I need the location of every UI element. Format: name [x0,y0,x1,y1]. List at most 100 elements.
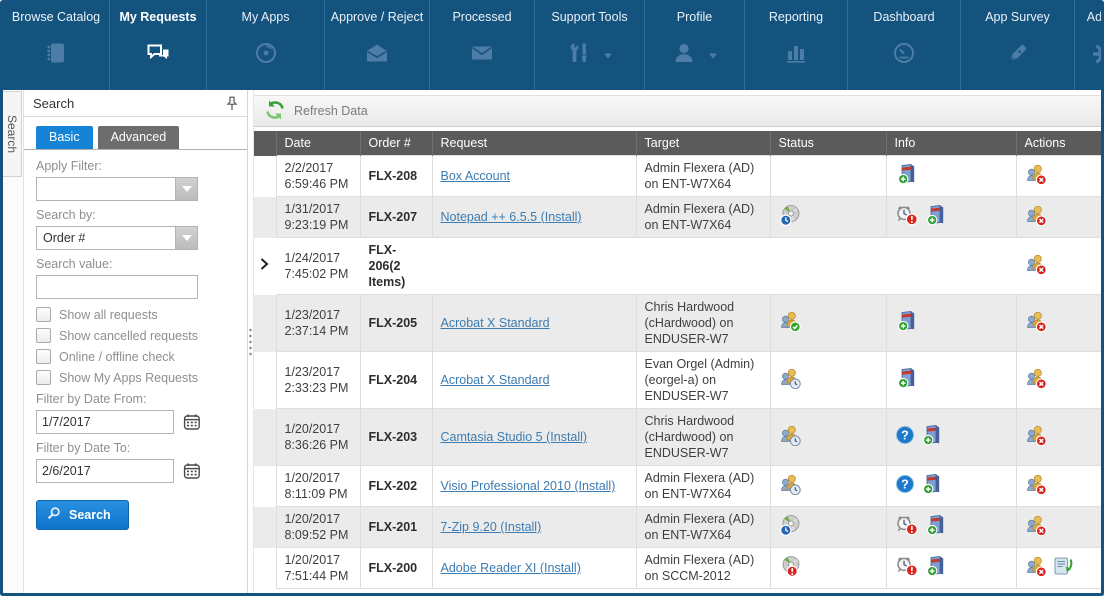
table-row-flx-208: 2/2/20176:59:46 PMFLX-208Box AccountAdmi… [254,156,1101,197]
checkbox-row-show-all-requests[interactable]: Show all requests [36,307,235,322]
nav-tab-approve-reject[interactable]: Approve / Reject [325,0,430,90]
checkbox-online-offline-check[interactable] [36,349,51,364]
cell-status [770,507,886,548]
column-header-actions[interactable]: Actions [1016,131,1101,156]
cancel-request-icon[interactable] [1025,473,1047,499]
cancel-request-icon[interactable] [1025,253,1047,279]
request-link[interactable]: Camtasia Studio 5 (Install) [441,430,588,444]
cancel-request-icon[interactable] [1025,555,1047,581]
expand-arrow-icon[interactable] [260,258,269,274]
nav-tab-my-apps[interactable]: My Apps [207,0,325,90]
request-link[interactable]: Box Account [441,169,511,183]
refresh-data-button[interactable]: Refresh Data [254,95,1101,127]
calendar-icon[interactable] [183,462,201,480]
cell-expander[interactable] [254,238,276,295]
nav-tab-support-tools[interactable]: Support Tools [535,0,645,90]
dropdown-arrow-icon[interactable] [175,227,197,249]
checkbox-row-show-my-apps-requests[interactable]: Show My Apps Requests [36,370,235,385]
splitter-grip-icon[interactable] [248,326,253,358]
package-add-icon[interactable] [924,555,948,581]
date-from-input[interactable] [36,410,174,434]
checkbox-row-show-cancelled-requests[interactable]: Show cancelled requests [36,328,235,343]
cell-actions [1016,409,1101,466]
column-header-status[interactable]: Status [770,131,886,156]
checkbox-label: Show all requests [59,308,158,322]
cancel-request-icon[interactable] [1025,424,1047,450]
sidebar-splitter[interactable] [248,90,254,593]
package-add-icon[interactable] [924,514,948,540]
nav-tab-processed[interactable]: Processed [430,0,535,90]
caret-down-icon[interactable] [603,47,613,65]
alarm-warning-icon[interactable] [895,514,919,540]
column-header-info[interactable]: Info [886,131,1016,156]
search-tab-advanced[interactable]: Advanced [98,126,180,149]
cell-status [770,409,886,466]
column-header-order[interactable]: Order # [360,131,432,156]
search-tab-basic[interactable]: Basic [36,126,93,149]
nav-tab-label: My Apps [242,10,290,24]
package-add-icon[interactable] [920,424,944,450]
cell-request: Box Account [432,156,636,197]
package-add-icon[interactable] [895,163,919,189]
search-button[interactable]: Search [36,500,129,530]
cancel-request-icon[interactable] [1025,367,1047,393]
package-add-icon[interactable] [895,367,919,393]
cell-date: 1/20/20177:51:44 PM [276,548,360,589]
nav-tab-reporting[interactable]: Reporting [745,0,848,90]
request-link[interactable]: Visio Professional 2010 (Install) [441,479,616,493]
cell-date: 2/2/20176:59:46 PM [276,156,360,197]
table-row-flx-205: 1/23/20172:37:14 PMFLX-205Acrobat X Stan… [254,295,1101,352]
column-header-date[interactable]: Date [276,131,360,156]
cell-status [770,548,886,589]
alarm-warning-icon[interactable] [895,204,919,230]
checkbox-show-my-apps-requests[interactable] [36,370,51,385]
checkbox-show-all-requests[interactable] [36,307,51,322]
catalog-book-icon [44,41,68,70]
nav-tab-profile[interactable]: Profile [645,0,745,90]
request-link[interactable]: Notepad ++ 6.5.5 (Install) [441,210,582,224]
package-add-icon[interactable] [895,310,919,336]
nav-tab-admin[interactable]: Admin [1075,0,1101,90]
nav-tab-dashboard[interactable]: Dashboard [848,0,961,90]
calendar-icon[interactable] [183,413,201,431]
cell-target: Admin Flexera (AD) on SCCM-2012 [636,548,770,589]
request-link[interactable]: 7-Zip 9.20 (Install) [441,520,542,534]
search-rail-tab[interactable]: Search [3,91,22,177]
apply-filter-select[interactable] [36,177,198,201]
dropdown-arrow-icon[interactable] [175,178,197,200]
nav-tab-app-survey[interactable]: App Survey [961,0,1075,90]
cancel-request-icon[interactable] [1025,514,1047,540]
request-link[interactable]: Adobe Reader XI (Install) [441,561,581,575]
cell-target: Admin Flexera (AD) on ENT-W7X64 [636,156,770,197]
nav-tab-browse-catalog[interactable]: Browse Catalog [3,0,110,90]
question-icon[interactable]: ? [895,474,915,498]
alarm-warning-icon[interactable] [895,555,919,581]
column-header-target[interactable]: Target [636,131,770,156]
caret-down-icon[interactable] [708,47,718,65]
checkbox-show-cancelled-requests[interactable] [36,328,51,343]
request-link[interactable]: Acrobat X Standard [441,373,550,387]
search-value-input[interactable] [36,275,198,299]
date-to-input[interactable] [36,459,174,483]
search-by-select[interactable]: Order # [36,226,198,250]
cell-status [770,238,886,295]
request-link[interactable]: Acrobat X Standard [441,316,550,330]
table-row-flx-207: 1/31/20179:23:19 PMFLX-207Notepad ++ 6.5… [254,197,1101,238]
cancel-request-icon[interactable] [1025,204,1047,230]
cancel-request-icon[interactable] [1025,163,1047,189]
package-add-icon[interactable] [924,204,948,230]
checkbox-row-online-offline-check[interactable]: Online / offline check [36,349,235,364]
mail-open-icon [365,41,389,70]
nav-tab-my-requests[interactable]: My Requests [110,0,207,90]
column-header-expander[interactable] [254,131,276,156]
column-header-request[interactable]: Request [432,131,636,156]
cell-target: Evan Orgel (Admin) (eorgel-a) on ENDUSER… [636,352,770,409]
cell-target: Admin Flexera (AD) on ENT-W7X64 [636,197,770,238]
resubmit-icon[interactable] [1052,555,1074,581]
pin-icon[interactable] [226,96,238,111]
person-icon [672,41,696,70]
question-icon[interactable]: ? [895,425,915,449]
package-add-icon[interactable] [920,473,944,499]
tools-icon [567,41,591,70]
cancel-request-icon[interactable] [1025,310,1047,336]
